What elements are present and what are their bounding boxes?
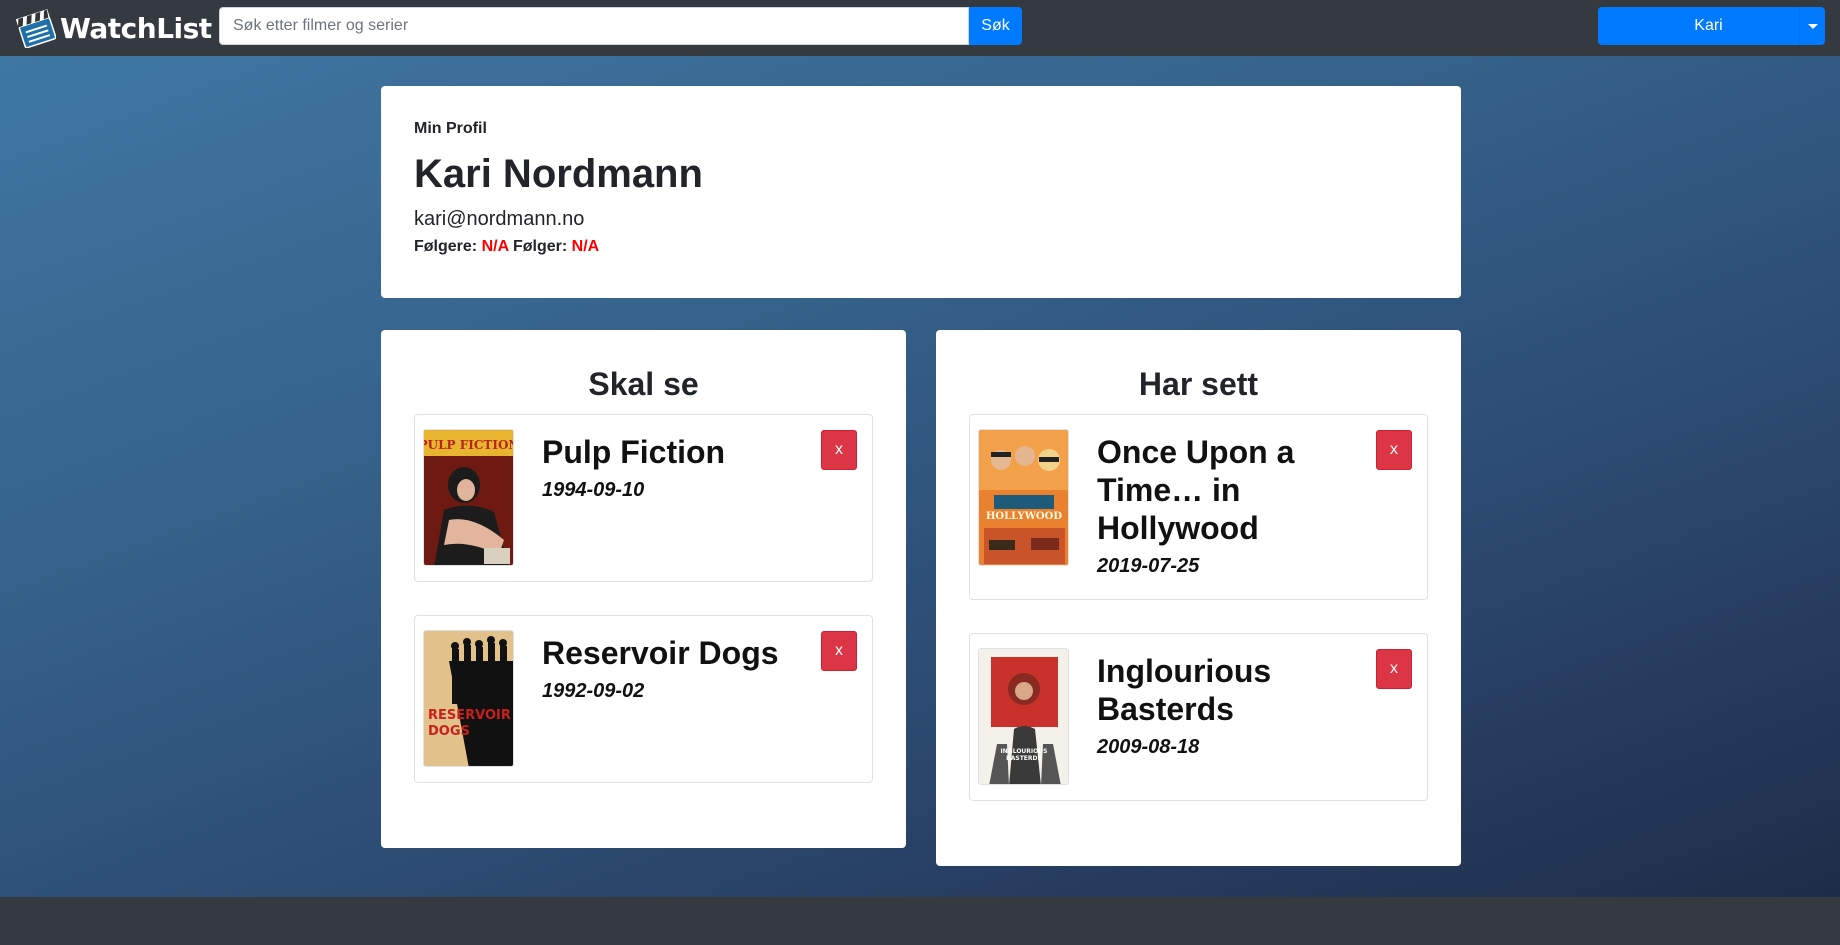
reservoir-dogs-poster-icon: RESERVOIR DOGS <box>424 631 513 766</box>
search-button[interactable]: Søk <box>969 7 1022 45</box>
following-value: N/A <box>571 238 600 255</box>
movie-title[interactable]: Pulp Fiction <box>542 433 792 471</box>
remove-button[interactable]: x <box>821 430 857 470</box>
movie-item[interactable]: RESERVOIR DOGS Reservoir Dogs 1992-09-02… <box>414 615 873 783</box>
movie-poster[interactable]: INGLOURIOUS BASTERDS <box>978 648 1069 785</box>
svg-text:RESERVOIR: RESERVOIR <box>428 708 511 723</box>
remove-button[interactable]: x <box>1376 430 1412 470</box>
movie-release-date: 2019-07-25 <box>1097 555 1200 577</box>
followers-label: Følgere: <box>414 238 478 255</box>
following-label: Følger: <box>513 238 568 255</box>
remove-button[interactable]: x <box>1376 649 1412 689</box>
movie-poster[interactable]: HOLLYWOOD <box>978 429 1069 566</box>
movie-item[interactable]: INGLOURIOUS BASTERDS Inglourious Basterd… <box>969 633 1428 801</box>
watched-card: Har sett HOLLYWOOD Once Upon a Time… in … <box>936 330 1461 866</box>
pulp-fiction-poster-icon: PULP FICTION <box>424 430 514 565</box>
caret-down-icon <box>1807 23 1818 29</box>
brand-link[interactable]: WatchList <box>16 6 212 50</box>
movie-item[interactable]: PULP FICTION Pulp Fiction 1994-09-10 x <box>414 414 873 582</box>
remove-button[interactable]: x <box>821 631 857 671</box>
movie-release-date: 2009-08-18 <box>1097 736 1200 758</box>
profile-email: kari@nordmann.no <box>414 208 585 230</box>
movie-release-date: 1994-09-10 <box>542 479 645 501</box>
movie-title[interactable]: Once Upon a Time… in Hollywood <box>1097 433 1347 547</box>
svg-text:INGLOURIOUS: INGLOURIOUS <box>1001 748 1048 755</box>
navbar: WatchList Søk Kari <box>0 0 1840 56</box>
movie-item[interactable]: HOLLYWOOD Once Upon a Time… in Hollywood… <box>969 414 1428 600</box>
user-menu-dropdown[interactable]: Kari <box>1598 7 1825 45</box>
brand-title: WatchList <box>60 11 212 45</box>
movie-title[interactable]: Inglourious Basterds <box>1097 652 1347 728</box>
clapperboard-icon <box>16 9 56 48</box>
svg-text:PULP FICTION: PULP FICTION <box>424 438 514 452</box>
movie-release-date: 1992-09-02 <box>542 680 645 702</box>
movie-poster[interactable]: PULP FICTION <box>423 429 514 566</box>
profile-card: Min Profil Kari Nordmann kari@nordmann.n… <box>381 86 1461 298</box>
dropdown-toggle[interactable] <box>1799 7 1825 45</box>
movie-poster[interactable]: RESERVOIR DOGS <box>423 630 514 767</box>
movie-title[interactable]: Reservoir Dogs <box>542 634 792 672</box>
profile-section-label: Min Profil <box>414 120 487 137</box>
search-input[interactable] <box>219 7 969 45</box>
follow-stats: Følgere: N/A Følger: N/A <box>414 238 599 256</box>
watched-title: Har sett <box>1138 366 1259 402</box>
profile-name: Kari Nordmann <box>414 152 703 196</box>
svg-text:HOLLYWOOD: HOLLYWOOD <box>986 511 1062 522</box>
svg-text:DOGS: DOGS <box>428 724 470 739</box>
to-watch-title: Skal se <box>588 366 699 402</box>
followers-value: N/A <box>481 238 509 255</box>
hollywood-poster-icon: HOLLYWOOD <box>979 430 1068 565</box>
inglourious-basterds-poster-icon: INGLOURIOUS BASTERDS <box>979 649 1068 784</box>
user-menu-label[interactable]: Kari <box>1598 7 1799 45</box>
svg-text:BASTERDS: BASTERDS <box>1006 755 1042 762</box>
to-watch-card: Skal se PULP FICTION Pulp Fiction 1994-0… <box>381 330 906 848</box>
